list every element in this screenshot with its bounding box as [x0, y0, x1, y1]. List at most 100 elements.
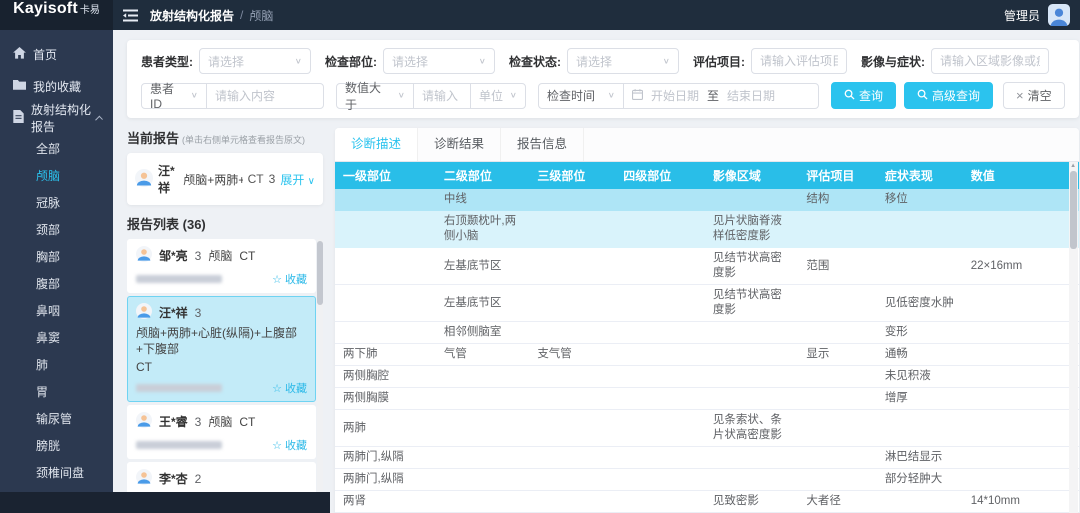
sidebar-item-全部[interactable]: 全部 [0, 136, 113, 163]
sidebar-item-颈椎间盘[interactable]: 颈椎间盘 [0, 460, 113, 487]
sidebar-item-胃[interactable]: 胃 [0, 379, 113, 406]
table-cell[interactable] [963, 410, 1079, 447]
favorite-button[interactable]: ☆ 收藏 [272, 380, 307, 396]
search-button[interactable]: 查询 [831, 82, 896, 109]
list-scrollbar[interactable] [317, 239, 323, 512]
unit-select[interactable]: 单位 ∨ [470, 83, 526, 109]
table-cell[interactable] [436, 366, 529, 388]
table-cell[interactable] [529, 322, 615, 344]
table-cell[interactable] [529, 388, 615, 410]
tab-diagnosis-description[interactable]: 诊断描述 [335, 128, 418, 161]
table-cell[interactable] [798, 366, 876, 388]
table-cell[interactable] [529, 366, 615, 388]
sidebar-item-鼻咽[interactable]: 鼻咽 [0, 298, 113, 325]
table-cell[interactable]: 移位 [877, 189, 963, 211]
table-cell[interactable] [615, 447, 705, 469]
tab-diagnosis-result[interactable]: 诊断结果 [418, 128, 501, 161]
table-cell[interactable]: 支气管 [529, 344, 615, 366]
table-cell[interactable] [798, 285, 876, 322]
table-cell[interactable] [705, 447, 798, 469]
value-input[interactable] [422, 89, 462, 103]
table-cell[interactable] [529, 469, 615, 491]
table-cell[interactable]: 气管 [436, 344, 529, 366]
sidebar-item-颅脑[interactable]: 颅脑 [0, 163, 113, 190]
table-cell[interactable]: 两肾 [335, 491, 436, 513]
table-cell[interactable] [615, 322, 705, 344]
date-range-picker[interactable]: 开始日期 至 结束日期 [623, 83, 819, 109]
table-cell[interactable] [963, 447, 1079, 469]
patient-id-select[interactable]: 患者ID ∨ [141, 83, 207, 109]
favorite-button[interactable]: ☆ 收藏 [272, 437, 307, 453]
table-cell[interactable] [529, 491, 615, 513]
scrollbar-thumb[interactable] [317, 241, 323, 305]
table-cell[interactable] [615, 248, 705, 285]
table-cell[interactable] [705, 322, 798, 344]
table-cell[interactable] [705, 366, 798, 388]
table-cell[interactable] [877, 491, 963, 513]
table-cell[interactable] [963, 322, 1079, 344]
current-report-card[interactable]: 汪*祥 颅脑+两肺+心... CT 3 展开 ∨ [127, 153, 323, 205]
table-cell[interactable]: 两侧胸腔 [335, 366, 436, 388]
table-cell[interactable]: 两肺门,纵隔 [335, 469, 436, 491]
report-list-item[interactable]: 王*睿3颅脑CT☆ 收藏 [127, 405, 316, 459]
table-cell[interactable] [963, 189, 1079, 211]
table-cell[interactable]: 左基底节区 [436, 285, 529, 322]
table-cell[interactable] [877, 211, 963, 248]
table-cell[interactable]: 相邻侧脑室 [436, 322, 529, 344]
table-cell[interactable]: 见致密影 [705, 491, 798, 513]
table-cell[interactable] [877, 248, 963, 285]
assessment-item-input[interactable] [760, 54, 838, 68]
table-cell[interactable] [705, 344, 798, 366]
table-cell[interactable] [529, 410, 615, 447]
table-cell[interactable]: 见结节状高密度影 [705, 285, 798, 322]
sidebar-item-腹部[interactable]: 腹部 [0, 271, 113, 298]
table-cell[interactable] [615, 189, 705, 211]
table-cell[interactable]: 两肺门,纵隔 [335, 447, 436, 469]
table-cell[interactable]: 22×16mm [963, 248, 1079, 285]
table-cell[interactable]: 范围 [798, 248, 876, 285]
table-cell[interactable] [615, 366, 705, 388]
table-cell[interactable]: 结构 [798, 189, 876, 211]
image-symptom-input[interactable] [940, 54, 1040, 68]
table-cell[interactable] [963, 366, 1079, 388]
table-cell[interactable]: 见条索状、条片状高密度影 [705, 410, 798, 447]
table-cell[interactable]: 显示 [798, 344, 876, 366]
sidebar-item-structured-report[interactable]: 放射结构化报告 [0, 102, 113, 134]
scrollbar-thumb[interactable] [1070, 171, 1077, 249]
table-cell[interactable] [436, 491, 529, 513]
report-list-item[interactable]: 汪*祥3颅脑+两肺+心脏(纵隔)+上腹部+下腹部CT☆ 收藏 [127, 296, 316, 402]
table-cell[interactable] [963, 469, 1079, 491]
table-cell[interactable] [963, 285, 1079, 322]
table-cell[interactable] [335, 322, 436, 344]
table-cell[interactable] [335, 189, 436, 211]
table-cell[interactable] [798, 322, 876, 344]
table-cell[interactable] [963, 211, 1079, 248]
table-cell[interactable] [529, 285, 615, 322]
table-cell[interactable]: 见结节状高密度影 [705, 248, 798, 285]
table-cell[interactable] [436, 469, 529, 491]
table-cell[interactable] [529, 248, 615, 285]
table-cell[interactable]: 通畅 [877, 344, 963, 366]
table-cell[interactable]: 中线 [436, 189, 529, 211]
table-cell[interactable] [615, 344, 705, 366]
table-cell[interactable]: 增厚 [877, 388, 963, 410]
sidebar-item-膀胱[interactable]: 膀胱 [0, 433, 113, 460]
table-cell[interactable] [798, 447, 876, 469]
table-cell[interactable] [436, 388, 529, 410]
sidebar-item-肺[interactable]: 肺 [0, 352, 113, 379]
table-cell[interactable] [798, 388, 876, 410]
exam-part-select[interactable]: 请选择 ∨ [383, 48, 495, 74]
table-cell[interactable] [335, 248, 436, 285]
time-type-select[interactable]: 检查时间 ∨ [538, 83, 624, 109]
table-cell[interactable] [705, 469, 798, 491]
table-cell[interactable] [705, 189, 798, 211]
breadcrumb-root[interactable]: 放射结构化报告 [150, 7, 234, 24]
scroll-up-icon[interactable]: ▲ [1070, 162, 1076, 170]
value-compare-select[interactable]: 数值大于 ∨ [336, 83, 414, 109]
table-cell[interactable] [335, 211, 436, 248]
sidebar-item-favorites[interactable]: 我的收藏 [0, 70, 113, 102]
menu-collapse-icon[interactable] [123, 9, 138, 22]
advanced-search-button[interactable]: 高级查询 [904, 82, 993, 109]
table-cell[interactable]: 大者径 [798, 491, 876, 513]
patient-type-select[interactable]: 请选择 ∨ [199, 48, 311, 74]
